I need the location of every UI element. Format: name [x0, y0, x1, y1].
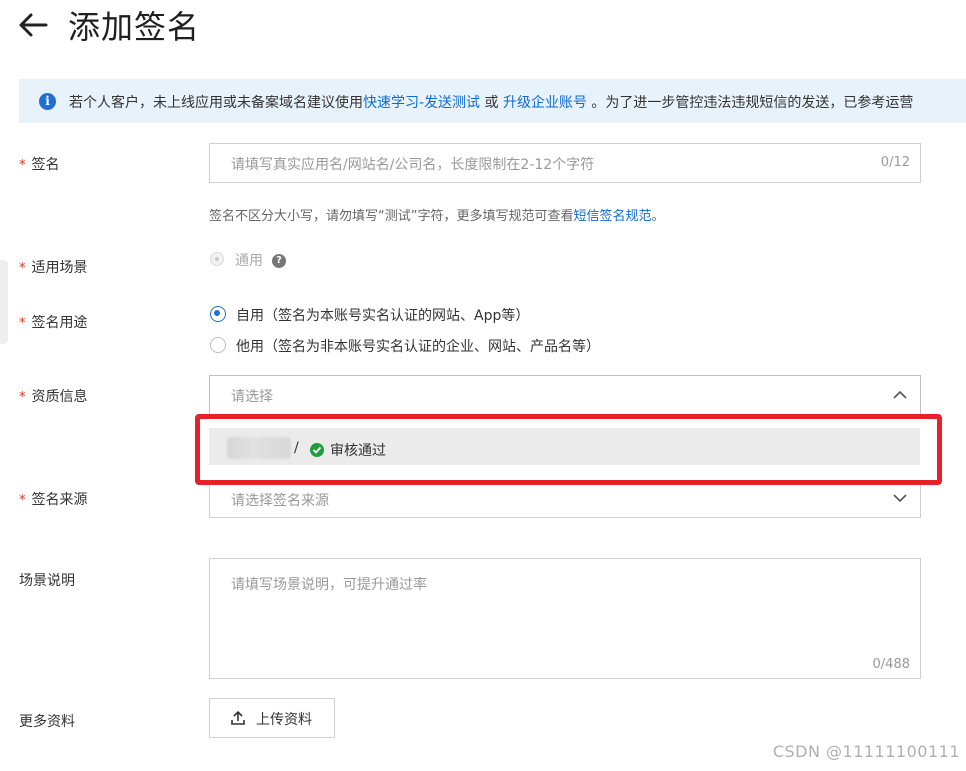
- qualification-label-text: 资质信息: [31, 389, 88, 405]
- chevron-down-icon: [892, 492, 908, 508]
- purpose-other-radio[interactable]: [210, 337, 226, 353]
- purpose-self-label[interactable]: 自用（签名为本账号实名认证的网站、App等）: [236, 305, 529, 325]
- banner-text-or: 或: [480, 95, 503, 111]
- quick-learn-link[interactable]: 快速学习-发送测试: [363, 95, 480, 111]
- required-mark: *: [19, 316, 26, 331]
- required-mark: *: [19, 493, 26, 508]
- page-title: 添加签名: [68, 8, 201, 46]
- signature-placeholder: 请填写真实应用名/网站名/公司名，长度限制在2-12个字符: [231, 157, 595, 173]
- annotation-highlight-box: [195, 414, 942, 485]
- signature-input[interactable]: 请填写真实应用名/网站名/公司名，长度限制在2-12个字符 0/12: [209, 143, 921, 183]
- signature-char-counter: 0/12: [880, 155, 910, 170]
- signature-rules-link[interactable]: 短信签名规范: [573, 209, 651, 224]
- description-label: 场景说明: [19, 573, 75, 589]
- banner-text-start: 若个人客户，未上线应用或未备案域名建议使用: [69, 95, 363, 111]
- scene-label: * 适用场景: [19, 257, 88, 277]
- purpose-other-label[interactable]: 他用（签名为非本账号实名认证的企业、网站、产品名等）: [236, 336, 600, 356]
- upload-icon: [230, 710, 246, 730]
- upload-button[interactable]: 上传资料: [209, 698, 335, 738]
- side-panel-handle[interactable]: [0, 260, 8, 344]
- purpose-label: * 签名用途: [19, 312, 88, 332]
- scene-label-text: 适用场景: [31, 260, 88, 276]
- info-banner-text: 若个人客户，未上线应用或未备案域名建议使用快速学习-发送测试 或 升级企业账号 …: [69, 92, 913, 112]
- more-materials-label: 更多资料: [19, 714, 75, 730]
- source-label: * 签名来源: [19, 489, 88, 509]
- purpose-label-text: 签名用途: [31, 315, 88, 331]
- required-mark: *: [19, 390, 26, 405]
- qualification-label: * 资质信息: [19, 386, 88, 406]
- chevron-up-icon: [892, 389, 908, 405]
- banner-text-end: 。为了进一步管控违法违规短信的发送，已参考运营: [586, 95, 914, 111]
- signature-hint-end: 。: [651, 209, 665, 224]
- signature-hint-text: 签名不区分大小写，请勿填写“测试”字符，更多填写规范可查看: [209, 209, 574, 224]
- upgrade-enterprise-link[interactable]: 升级企业账号: [503, 95, 587, 111]
- upload-button-label: 上传资料: [256, 712, 312, 728]
- signature-label: * 签名: [19, 154, 60, 174]
- description-placeholder: 请填写场景说明，可提升通过率: [231, 577, 427, 593]
- scene-general-label: 通用: [235, 253, 263, 269]
- qualification-placeholder: 请选择: [231, 389, 273, 405]
- info-banner: i 若个人客户，未上线应用或未备案域名建议使用快速学习-发送测试 或 升级企业账…: [19, 79, 966, 123]
- source-select[interactable]: 请选择签名来源: [209, 485, 921, 518]
- required-mark: *: [19, 158, 26, 173]
- scene-general-radio: [210, 252, 224, 266]
- signature-label-text: 签名: [31, 157, 60, 173]
- purpose-self-radio[interactable]: [210, 306, 226, 322]
- source-placeholder: 请选择签名来源: [231, 493, 329, 509]
- back-arrow-icon[interactable]: [16, 10, 52, 40]
- description-char-counter: 0/488: [872, 657, 910, 672]
- qualification-select[interactable]: 请选择: [209, 375, 921, 415]
- watermark: CSDN @11111100111: [772, 742, 960, 761]
- info-icon: i: [39, 93, 56, 110]
- signature-hint: 签名不区分大小写，请勿填写“测试”字符，更多填写规范可查看短信签名规范。: [209, 205, 665, 224]
- source-label-text: 签名来源: [31, 492, 88, 508]
- question-circle-icon[interactable]: ?: [272, 254, 286, 268]
- required-mark: *: [19, 261, 26, 276]
- description-textarea[interactable]: 请填写场景说明，可提升通过率 0/488: [209, 558, 921, 679]
